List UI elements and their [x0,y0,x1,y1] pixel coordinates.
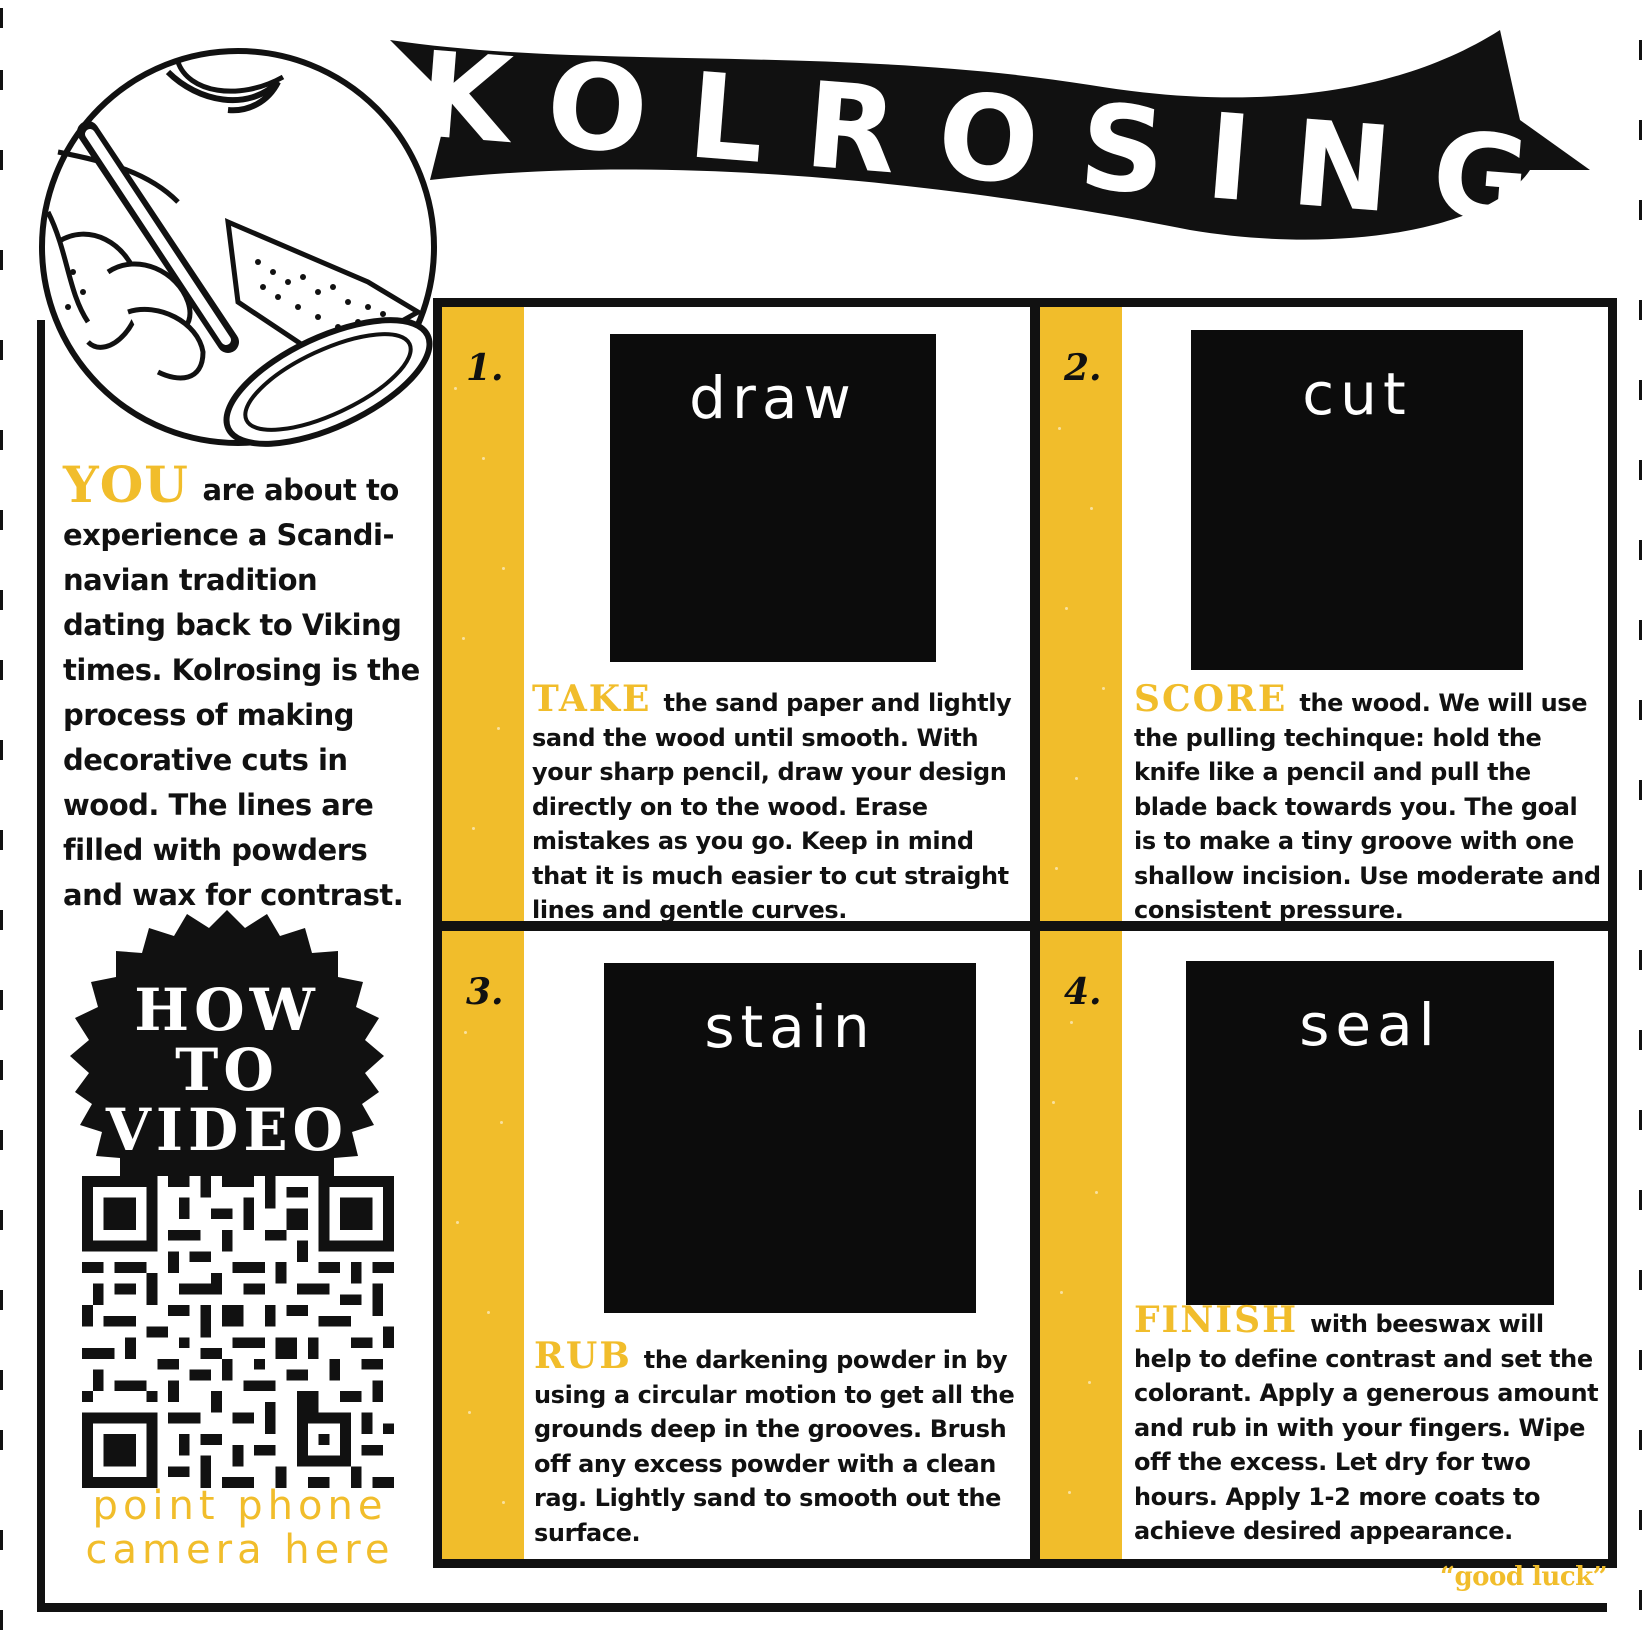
left-edge-ticks [0,0,10,1644]
step-number: 4. [1064,971,1102,1013]
step-instructions: FINISH with beeswax will help to define c… [1134,1302,1604,1549]
step-number: 2. [1064,347,1102,389]
step-card: 4. seal FINISH with beeswax will help to … [1040,931,1608,1559]
intro-paragraph: YOU are about to experience a Scandi-nav… [63,460,423,918]
hand-carving-wood-icon [28,42,448,452]
step-label: draw [689,364,857,432]
qr-caption-line: camera here [85,1527,395,1573]
step-instructions: SCORE the wood. We will use the pulling t… [1134,681,1604,921]
step-stripe [442,307,524,921]
video-badge[interactable]: HOW TO VIDEO [62,910,412,1220]
step-keyword: SCORE [1134,678,1288,720]
step-photo: draw [610,334,936,662]
step-stripe [1040,931,1122,1559]
step-card: 3. stain RUB the darkening powder in by u… [442,931,1030,1559]
title-banner: KOLROSING [390,25,1620,260]
step-keyword: RUB [534,1335,632,1377]
step-number: 3. [466,971,504,1013]
badge-line: TO [175,1036,279,1104]
step-instructions: TAKE the sand paper and lightly sand the … [532,681,1012,921]
step-photo: stain [604,963,976,1313]
intro-text: are about to experience a Scandi-navian … [63,473,420,912]
step-text: with beeswax will help to define contras… [1134,1310,1599,1545]
right-edge-ticks [1632,0,1642,1644]
step-label: seal [1299,991,1441,1059]
step-keyword: TAKE [532,678,652,720]
step-photo: seal [1186,961,1554,1305]
step-label: stain [704,993,876,1061]
step-card: 2. cut SCORE the wood. We will use the pu… [1040,307,1608,921]
video-badge-text: HOW TO VIDEO [62,980,392,1160]
step-text: the sand paper and lightly sand the wood… [532,689,1012,921]
step-stripe [442,931,524,1559]
step-text: the wood. We will use the pulling techin… [1134,689,1601,921]
qr-code-icon[interactable] [82,1176,394,1488]
badge-line: VIDEO [105,1096,349,1164]
qr-caption: point phone camera here [80,1484,400,1572]
badge-line: HOW [134,976,320,1044]
step-card: 1. draw TAKE the sand paper and lightly s… [442,307,1030,921]
intro-lead: YOU [63,455,189,514]
step-number: 1. [466,347,504,389]
qr-caption-line: point phone [92,1483,388,1529]
step-instructions: RUB the darkening powder in by using a ci… [534,1338,1024,1550]
signoff-text: “good luck” [1440,1562,1608,1592]
step-keyword: FINISH [1134,1299,1299,1341]
step-label: cut [1302,360,1412,428]
step-stripe [1040,307,1122,921]
step-photo: cut [1191,330,1523,670]
steps-grid: 1. draw TAKE the sand paper and lightly s… [433,298,1617,1568]
